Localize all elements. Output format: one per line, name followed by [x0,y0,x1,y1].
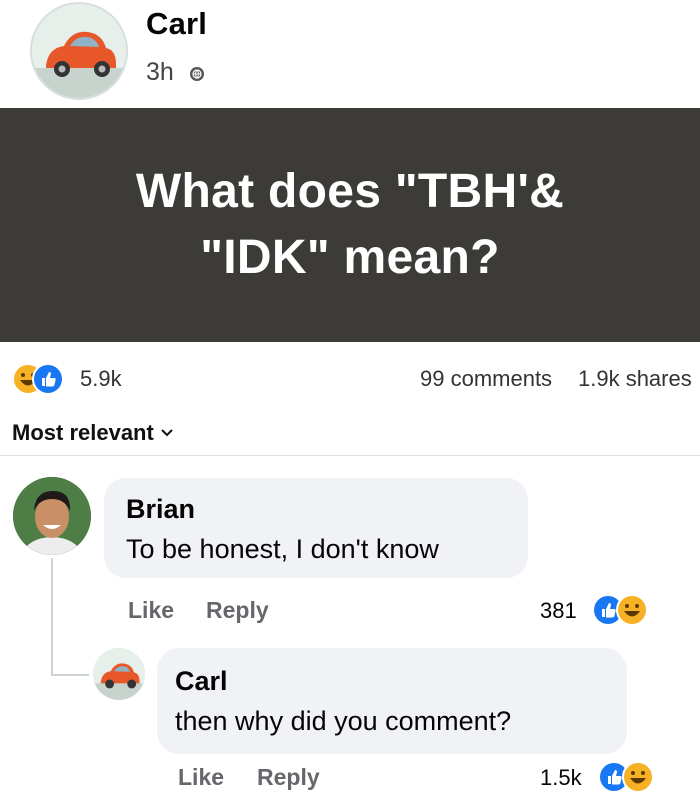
post-text: What does "TBH'& "IDK" mean? [135,165,565,284]
comment-bubble: Brian To be honest, I don't know [104,478,528,578]
like-button[interactable]: Like [128,597,174,624]
haha-reaction-icon [622,761,654,793]
commenter-avatar[interactable] [13,477,91,555]
comment-sort-dropdown[interactable]: Most relevant [12,420,174,446]
comment-text: then why did you comment? [175,706,512,736]
comment-author[interactable]: Brian [126,494,195,525]
sort-label: Most relevant [12,420,154,445]
divider [0,455,700,456]
comment-author[interactable]: Carl [175,666,228,697]
haha-reaction-icon [616,594,648,626]
comment-count[interactable]: 99 comments [420,366,552,392]
reply-button[interactable]: Reply [257,764,320,791]
post-author-avatar[interactable] [30,2,128,100]
person-avatar-icon [13,477,91,555]
thread-line [51,674,89,676]
comment-reaction-icons[interactable] [598,761,658,793]
reaction-count[interactable]: 5.9k [80,366,122,392]
reaction-summary-icons[interactable] [12,363,72,395]
post-author-name[interactable]: Carl [146,6,207,42]
thread-line [51,558,53,676]
comment-bubble: Carl then why did you comment? [157,648,627,754]
share-count[interactable]: 1.9k shares [578,366,692,392]
post-timestamp[interactable]: 3h [146,58,174,87]
car-avatar-icon [32,4,126,98]
chevron-down-icon [161,429,173,437]
comment-reaction-icons[interactable] [592,594,652,626]
post-text-card: What does "TBH'& "IDK" mean? [0,108,700,342]
like-reaction-icon [32,363,64,395]
globe-icon[interactable] [190,67,204,81]
comment-text: To be honest, I don't know [126,534,439,564]
comment-reaction-count[interactable]: 1.5k [540,765,582,791]
commenter-avatar[interactable] [93,648,145,700]
like-button[interactable]: Like [178,764,224,791]
reply-button[interactable]: Reply [206,597,269,624]
comment-reaction-count[interactable]: 381 [540,598,577,624]
car-avatar-icon [93,648,145,700]
